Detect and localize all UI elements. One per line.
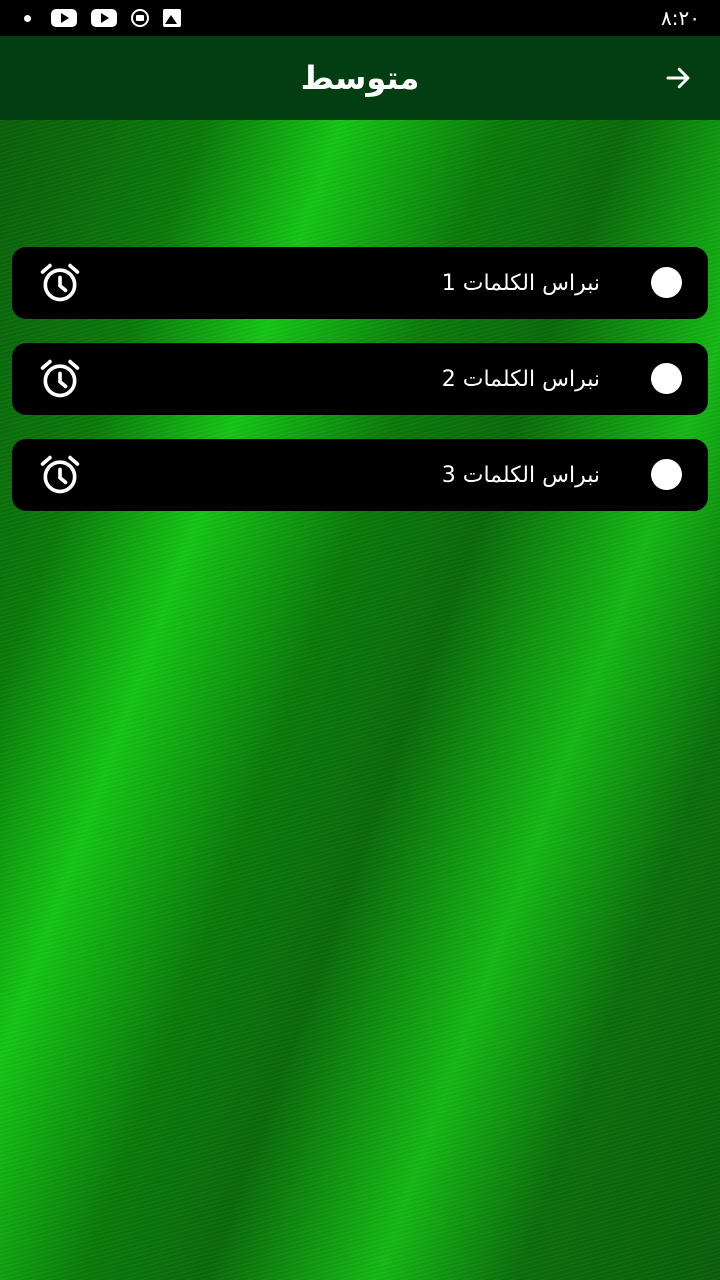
- status-time: ٨:٢٠: [661, 6, 700, 30]
- alarm-clock-icon: [40, 359, 80, 398]
- image-icon: [163, 9, 181, 27]
- list-item[interactable]: نبراس الكلمات 3: [12, 439, 708, 511]
- youtube-icon: [91, 9, 117, 27]
- status-bar: ٨:٢٠: [0, 0, 720, 36]
- alarm-clock-icon: [40, 263, 80, 302]
- app-bar: متوسط: [0, 36, 720, 120]
- list-item-label: نبراس الكلمات 2: [441, 366, 600, 392]
- back-button[interactable]: [662, 62, 694, 94]
- alarm-clock-icon: [40, 455, 80, 494]
- list-item-label: نبراس الكلمات 3: [441, 462, 600, 488]
- list-item[interactable]: نبراس الكلمات 2: [12, 343, 708, 415]
- page-title: متوسط: [300, 59, 420, 97]
- list-item[interactable]: نبراس الكلمات 1: [12, 247, 708, 319]
- radio-indicator[interactable]: [651, 267, 682, 298]
- radio-indicator[interactable]: [651, 459, 682, 490]
- arrow-right-icon: [666, 67, 690, 89]
- list-item-label: نبراس الكلمات 1: [441, 270, 600, 296]
- notification-dot-icon: [24, 14, 31, 22]
- cast-icon: [131, 9, 149, 27]
- content-area: نبراس الكلمات 1 نبراس الكلمات 2 نبراس ال…: [0, 120, 720, 1280]
- radio-indicator[interactable]: [651, 363, 682, 394]
- youtube-icon: [51, 9, 77, 27]
- status-icons: [24, 9, 181, 27]
